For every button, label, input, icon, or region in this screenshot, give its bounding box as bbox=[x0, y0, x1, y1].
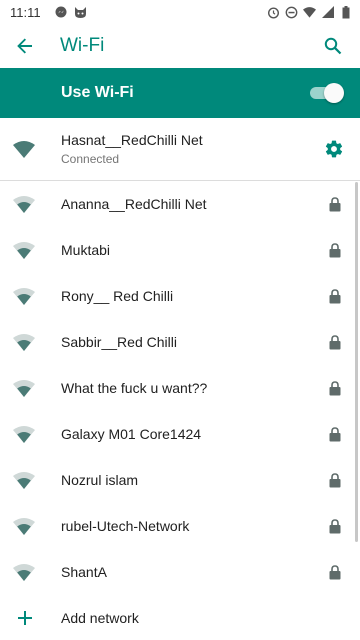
network-ssid: Ananna__RedChilli Net bbox=[61, 196, 207, 212]
wifi-signal-icon bbox=[12, 192, 36, 216]
lock-icon bbox=[328, 288, 342, 304]
lock-icon bbox=[328, 242, 342, 258]
network-list: Ananna__RedChilli Net Muktabi Rony__ Red… bbox=[0, 181, 360, 595]
dnd-icon bbox=[285, 6, 298, 19]
use-wifi-label: Use Wi-Fi bbox=[61, 84, 134, 101]
status-bar: 11:11 bbox=[0, 0, 360, 24]
network-ssid: Sabbir__Red Chilli bbox=[61, 334, 177, 350]
lock-icon bbox=[328, 380, 342, 396]
network-list-item[interactable]: rubel-Utech-Network bbox=[0, 503, 360, 549]
network-ssid: What the fuck u want?? bbox=[61, 380, 208, 396]
network-list-item[interactable]: Galaxy M01 Core1424 bbox=[0, 411, 360, 457]
lock-icon bbox=[328, 564, 342, 580]
connected-network-row[interactable]: Hasnat__RedChilli Net Connected bbox=[0, 118, 360, 181]
wifi-signal-icon bbox=[12, 330, 36, 354]
network-ssid: ShantA bbox=[61, 564, 107, 580]
add-network-row[interactable]: Add network bbox=[0, 595, 360, 640]
wifi-signal-icon bbox=[12, 284, 36, 308]
plus-icon bbox=[14, 607, 36, 629]
app-bar: Wi-Fi bbox=[0, 24, 360, 68]
cat-icon bbox=[74, 6, 87, 19]
messenger-icon bbox=[55, 6, 68, 19]
wifi-icon bbox=[303, 6, 316, 19]
wifi-signal-icon bbox=[12, 468, 36, 492]
wifi-signal-icon bbox=[12, 422, 36, 446]
scrollbar[interactable] bbox=[355, 182, 358, 542]
network-ssid: Nozrul islam bbox=[61, 472, 139, 488]
network-list-item[interactable]: Rony__ Red Chilli bbox=[0, 273, 360, 319]
wifi-signal-full-icon bbox=[12, 137, 36, 161]
arrow-back-icon[interactable] bbox=[12, 33, 38, 59]
toggle-thumb bbox=[324, 83, 344, 103]
wifi-signal-icon bbox=[12, 238, 36, 262]
wifi-toggle-switch[interactable] bbox=[308, 83, 344, 103]
use-wifi-bar: Use Wi-Fi bbox=[0, 68, 360, 118]
wifi-signal-icon bbox=[12, 514, 36, 538]
network-list-item[interactable]: ShantA bbox=[0, 549, 360, 595]
page-title: Wi-Fi bbox=[60, 35, 105, 56]
signal-icon bbox=[321, 6, 334, 19]
status-time: 11:11 bbox=[10, 4, 41, 20]
wifi-signal-icon bbox=[12, 560, 36, 584]
network-ssid: Muktabi bbox=[61, 242, 111, 258]
network-list-item[interactable]: Muktabi bbox=[0, 227, 360, 273]
network-ssid: Galaxy M01 Core1424 bbox=[61, 426, 202, 442]
network-list-item[interactable]: Sabbir__Red Chilli bbox=[0, 319, 360, 365]
wifi-signal-icon bbox=[12, 376, 36, 400]
connected-network-name: Hasnat__RedChilli Net bbox=[61, 132, 203, 148]
add-network-label: Add network bbox=[61, 610, 139, 626]
gear-icon[interactable] bbox=[322, 137, 346, 161]
alarm-icon bbox=[267, 6, 280, 19]
lock-icon bbox=[328, 472, 342, 488]
network-list-item[interactable]: Nozrul islam bbox=[0, 457, 360, 503]
lock-icon bbox=[328, 334, 342, 350]
lock-icon bbox=[328, 518, 342, 534]
connected-network-status: Connected bbox=[61, 152, 120, 166]
search-icon[interactable] bbox=[320, 33, 346, 59]
network-ssid: Rony__ Red Chilli bbox=[61, 288, 174, 304]
lock-icon bbox=[328, 426, 342, 442]
network-ssid: rubel-Utech-Network bbox=[61, 518, 190, 534]
lock-icon bbox=[328, 196, 342, 212]
network-list-item[interactable]: Ananna__RedChilli Net bbox=[0, 181, 360, 227]
battery-icon bbox=[339, 5, 352, 19]
network-list-item[interactable]: What the fuck u want?? bbox=[0, 365, 360, 411]
